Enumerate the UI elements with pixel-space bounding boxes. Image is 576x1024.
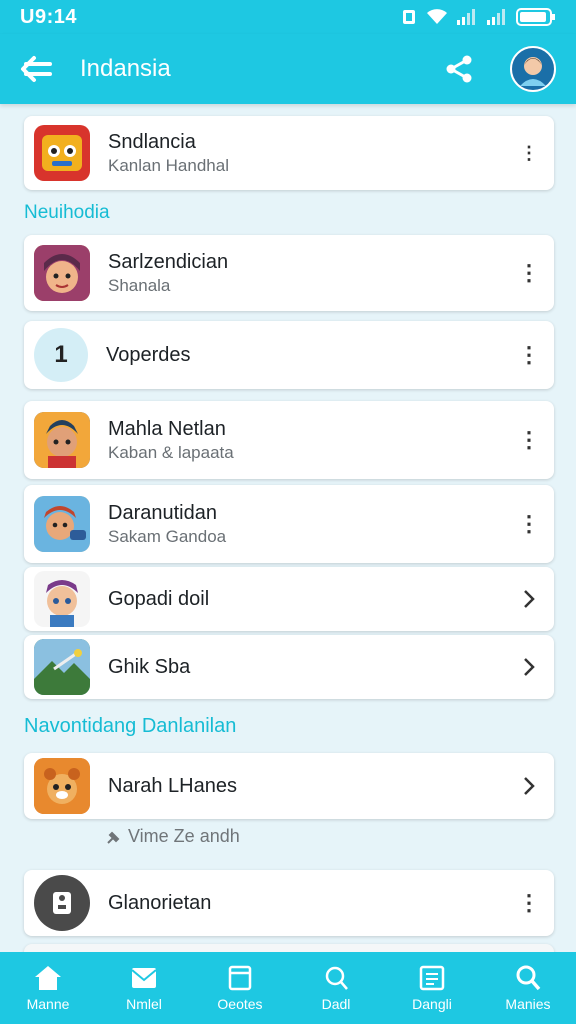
status-time: U9:14 — [20, 5, 77, 28]
list-item[interactable]: 1 Voperdes ⋮ — [24, 321, 554, 389]
more-vert-icon[interactable]: ⋮ — [514, 429, 544, 451]
nav-item-search[interactable]: Dadl — [291, 964, 381, 1012]
app-bar: Indansia — [0, 34, 576, 104]
section-header: Neuihodia — [24, 202, 110, 223]
more-vert-icon[interactable]: ⋮ — [514, 262, 544, 284]
app-title: Indansia — [80, 55, 171, 82]
item-title: Glanorietan — [108, 892, 212, 914]
search-icon — [325, 966, 348, 990]
item-title: Voperdes — [106, 344, 191, 366]
list-item[interactable]: Ghik Sba — [24, 635, 554, 699]
list-item[interactable]: Sndlancia Kanlan Handhal ⋮ — [24, 116, 554, 190]
pin-icon — [107, 831, 120, 844]
nav-item-mail[interactable]: Nmlel — [99, 964, 189, 1012]
settings-tile-icon — [34, 875, 90, 931]
character-tile-icon — [34, 496, 90, 552]
animal-tile-icon — [34, 758, 90, 814]
nav-item-list[interactable]: Dangli — [387, 964, 477, 1012]
list-item[interactable]: Sarlzendician Shanala ⋮ — [24, 235, 554, 311]
character-tile-icon — [34, 245, 90, 301]
notes-icon — [228, 965, 252, 991]
chevron-right-icon[interactable] — [514, 657, 544, 677]
bottom-nav: Manne Nmlel Oeotes Dadl Dangli Manies — [0, 952, 576, 1024]
list-icon — [419, 965, 445, 991]
mail-icon — [131, 968, 157, 988]
more-vert-icon[interactable]: ⋮ — [514, 513, 544, 535]
list-item[interactable]: Narah LHanes — [24, 753, 554, 819]
nav-label: Manies — [505, 996, 551, 1012]
item-subtitle: Kanlan Handhal — [108, 155, 229, 175]
nav-item-home[interactable]: Manne — [3, 964, 93, 1012]
item-subtitle: Kaban & lapaata — [108, 442, 234, 462]
list-item[interactable]: Mahla Netlan Kaban & lapaata ⋮ — [24, 401, 554, 479]
item-title: Narah LHanes — [108, 775, 237, 797]
nfc-icon — [403, 10, 415, 24]
sync-note: Vime Ze andh — [106, 826, 240, 847]
game-tile-icon — [34, 125, 90, 181]
item-title: Daranutidan — [108, 501, 217, 524]
wifi-icon — [427, 9, 447, 24]
list-item[interactable]: Gopadi doil — [24, 567, 554, 631]
character-tile-icon — [34, 412, 90, 468]
battery-icon — [516, 8, 555, 26]
item-title: Gopadi doil — [108, 588, 210, 610]
nav-label: Oeotes — [217, 996, 263, 1012]
list-item-partial[interactable] — [24, 944, 554, 952]
list-item[interactable]: Glanorietan ⋮ — [24, 870, 554, 936]
nav-item-notes[interactable]: Oeotes — [195, 964, 285, 1012]
share-icon[interactable] — [444, 54, 474, 84]
character-tile-icon — [34, 571, 90, 627]
back-arrow-icon[interactable] — [20, 55, 52, 83]
badge-number: 1 — [54, 341, 68, 368]
search-icon — [516, 965, 541, 991]
content-list: Sndlancia Kanlan Handhal ⋮ Neuihodia Sar… — [0, 104, 576, 952]
number-one-icon: 1 — [34, 328, 88, 382]
more-vert-icon[interactable]: ⋮ — [514, 144, 544, 162]
item-title: Sarlzendician — [108, 250, 229, 273]
nav-label: Dangli — [412, 996, 452, 1012]
nav-label: Nmlel — [126, 996, 162, 1012]
home-icon — [35, 966, 61, 990]
chevron-right-icon[interactable] — [514, 776, 544, 796]
nav-label: Dadl — [321, 996, 351, 1012]
item-subtitle: Sakam Gandoa — [108, 526, 227, 546]
more-vert-icon[interactable]: ⋮ — [514, 344, 544, 366]
status-bar: U9:14 — [0, 0, 576, 34]
chevron-right-icon[interactable] — [514, 589, 544, 609]
sync-note-text: Vime Ze andh — [128, 826, 240, 846]
avatar[interactable] — [510, 46, 556, 92]
item-title: Sndlancia — [108, 130, 196, 153]
item-title: Ghik Sba — [108, 656, 191, 678]
item-title: Mahla Netlan — [108, 417, 226, 440]
list-item[interactable]: Daranutidan Sakam Gandoa ⋮ — [24, 485, 554, 563]
nav-label: Manne — [26, 996, 70, 1012]
item-subtitle: Shanala — [108, 275, 171, 295]
section-header: Navontidang Danlanilan — [24, 715, 237, 737]
status-icons — [400, 7, 556, 27]
signal-icon — [457, 9, 475, 25]
landscape-tile-icon — [34, 639, 90, 695]
avatar-face-icon — [520, 57, 546, 86]
more-vert-icon[interactable]: ⋮ — [514, 892, 544, 914]
nav-item-search-2[interactable]: Manies — [483, 964, 573, 1012]
signal-2-icon — [487, 9, 505, 25]
